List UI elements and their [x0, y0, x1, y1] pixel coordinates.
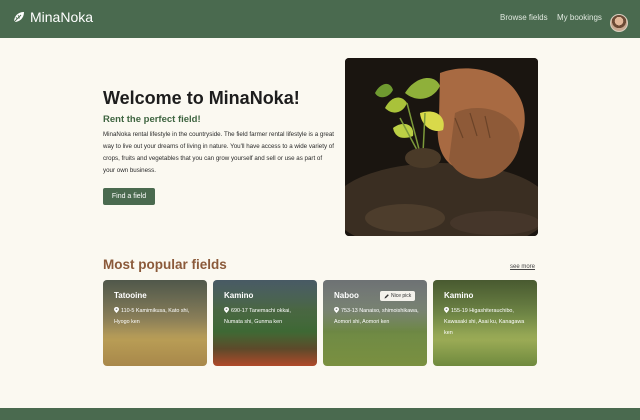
- leaf-icon: [13, 12, 24, 23]
- pencil-icon: [384, 293, 389, 298]
- field-card[interactable]: Kamino 155-19 Higashiterauchibo, Kawasak…: [433, 280, 537, 366]
- nav-browse-fields[interactable]: Browse fields: [500, 13, 548, 22]
- nice-pick-badge: Nice pick: [380, 291, 416, 301]
- hero-title: Welcome to MinaNoka!: [103, 88, 300, 108]
- card-location: 753-13 Nanaiso, shimoishikawa, Aomori sh…: [334, 306, 420, 328]
- find-field-button[interactable]: Find a field: [103, 188, 155, 205]
- card-location-text: 753-13 Nanaiso, shimoishikawa, Aomori sh…: [334, 308, 419, 325]
- hero-description: MinaNoka rental lifestyle in the country…: [103, 131, 334, 174]
- badge-label: Nice pick: [391, 293, 412, 299]
- section-title: Most popular fields: [103, 257, 227, 272]
- nav-my-bookings[interactable]: My bookings: [557, 13, 602, 22]
- brand-name: MinaNoka: [30, 9, 94, 25]
- avatar[interactable]: [610, 14, 628, 32]
- hero-subtitle: Rent the perfect field!: [103, 114, 201, 125]
- see-more-link[interactable]: see more: [510, 264, 535, 270]
- card-title: Kamino: [224, 291, 254, 300]
- card-location: 155-19 Higashiterauchibo, Kawasaki shi, …: [444, 306, 530, 339]
- map-pin-icon: [444, 307, 449, 313]
- card-location-text: 690-17 Tanemachi okkai, Numata shi, Gunm…: [224, 308, 291, 325]
- hero-image: [345, 58, 538, 236]
- card-location-text: 155-19 Higashiterauchibo, Kawasaki shi, …: [444, 308, 525, 336]
- card-title: Tatooine: [114, 291, 147, 300]
- map-pin-icon: [114, 307, 119, 313]
- card-location-text: 110-5 Kamimikusa, Kato shi, Hyogo ken: [114, 308, 190, 325]
- field-card[interactable]: Tatooine 110-5 Kamimikusa, Kato shi, Hyo…: [103, 280, 207, 366]
- brand-logo[interactable]: MinaNoka: [12, 9, 93, 25]
- card-location: 110-5 Kamimikusa, Kato shi, Hyogo ken: [114, 306, 200, 328]
- card-title: Kamino: [444, 291, 474, 300]
- top-navbar: MinaNoka Browse fields My bookings: [0, 0, 640, 38]
- card-title: Naboo: [334, 291, 359, 300]
- footer-bar: [0, 408, 640, 420]
- map-pin-icon: [334, 307, 339, 313]
- field-card[interactable]: Kamino 690-17 Tanemachi okkai, Numata sh…: [213, 280, 317, 366]
- map-pin-icon: [224, 307, 229, 313]
- card-location: 690-17 Tanemachi okkai, Numata shi, Gunm…: [224, 306, 310, 328]
